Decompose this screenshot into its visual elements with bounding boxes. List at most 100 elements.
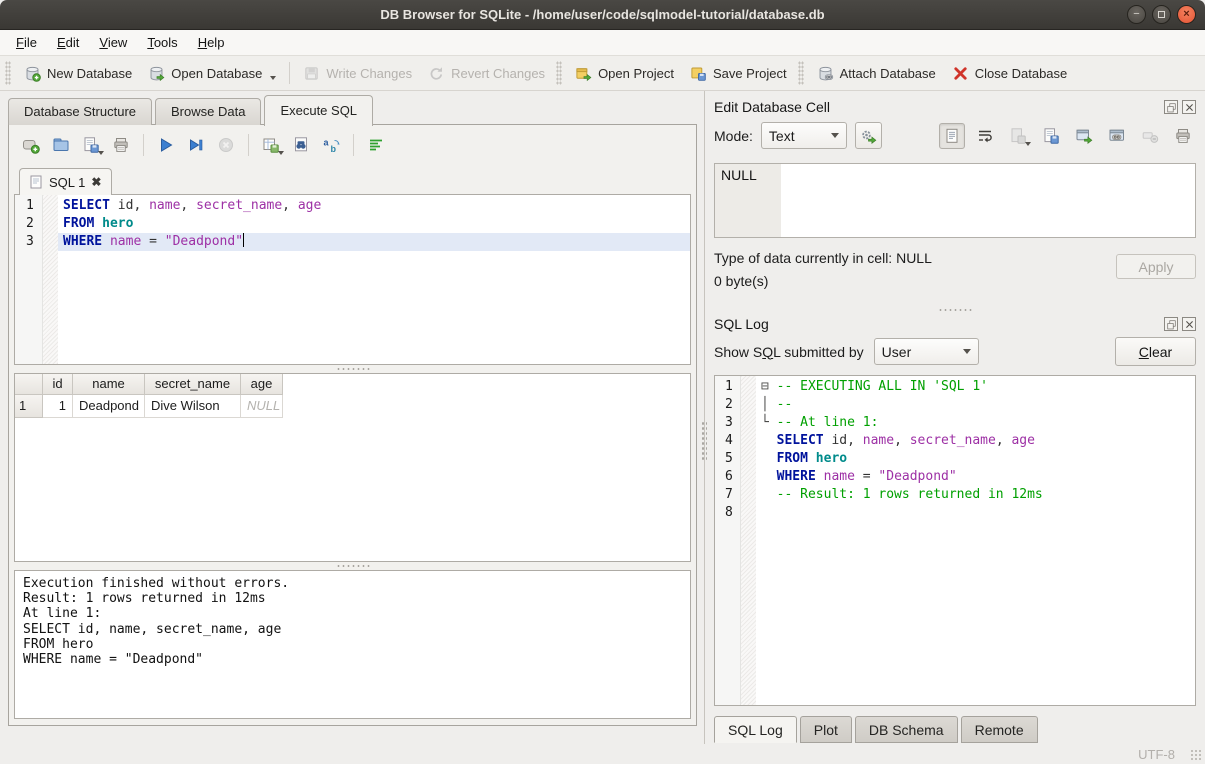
float-panel-icon[interactable] <box>1164 317 1178 331</box>
copy-link-button[interactable] <box>1104 123 1130 149</box>
toolbar-drag-handle[interactable] <box>798 61 804 85</box>
line-number: 2 <box>720 396 740 414</box>
execute-all-icon <box>157 136 175 154</box>
text-mode-button[interactable] <box>939 123 965 149</box>
column-header-name[interactable]: name <box>73 374 145 395</box>
save-sql-file-button[interactable] <box>78 132 104 158</box>
splitter-editor-results[interactable] <box>14 365 691 373</box>
new-sql-tab-icon <box>22 136 40 154</box>
write-changes-button: Write Changes <box>295 60 420 87</box>
close-button[interactable]: × <box>1177 5 1196 24</box>
tab-database-structure[interactable]: Database Structure <box>8 98 152 125</box>
fold-marker-icon[interactable]: ⊟ <box>761 379 777 394</box>
code-line: WHERE name = "Deadpond" <box>58 233 690 251</box>
execute-all-button[interactable] <box>153 132 179 158</box>
left-panel: Database StructureBrowse DataExecute SQL… <box>0 91 704 744</box>
submitted-by-select[interactable]: User <box>874 338 979 365</box>
splitter-panels[interactable] <box>701 421 707 461</box>
find-button[interactable] <box>288 132 314 158</box>
format-sql-button[interactable]: ab <box>318 132 344 158</box>
cell[interactable]: Dive Wilson <box>145 395 241 418</box>
open-database-button[interactable]: Open Database <box>140 60 284 87</box>
tab-sql-1[interactable]: SQL 1 ✖ <box>19 168 112 195</box>
execution-message: Execution finished without errors. Resul… <box>14 570 691 719</box>
toolbar-drag-handle[interactable] <box>556 61 562 85</box>
main-tabbar: Database StructureBrowse DataExecute SQL <box>8 93 376 125</box>
editor-margin <box>43 195 58 364</box>
close-database-button[interactable]: Close Database <box>944 60 1076 87</box>
auto-switch-mode-button[interactable] <box>855 122 882 149</box>
menu-file[interactable]: File <box>6 31 47 54</box>
resize-grip-icon[interactable] <box>1190 749 1202 761</box>
editor-code[interactable]: SELECT id, name, secret_name, ageFROM he… <box>58 195 690 364</box>
statusbar: UTF-8 <box>0 744 1205 764</box>
cell[interactable]: NULL <box>241 395 283 418</box>
main-area: Database StructureBrowse DataExecute SQL… <box>0 91 1205 744</box>
tab-execute-sql[interactable]: Execute SQL <box>264 95 373 126</box>
row-number[interactable]: 1 <box>15 395 43 418</box>
execute-current-line-icon <box>187 136 205 154</box>
execute-current-line-button[interactable] <box>183 132 209 158</box>
word-wrap-button[interactable] <box>972 123 998 149</box>
open-external-button[interactable] <box>1071 123 1097 149</box>
cell-value-editor[interactable]: NULL <box>714 163 1196 238</box>
column-header-age[interactable]: age <box>241 374 283 395</box>
export-data-button[interactable] <box>1038 123 1064 149</box>
tab-plot[interactable]: Plot <box>800 716 852 743</box>
maximize-button[interactable] <box>1152 5 1171 24</box>
right-panel: Edit Database Cell Mode: Text <box>704 91 1205 744</box>
float-panel-icon[interactable] <box>1164 100 1178 114</box>
menu-tools[interactable]: Tools <box>137 31 187 54</box>
dropdown-caret-icon <box>98 151 104 155</box>
clear-log-button[interactable]: Clear <box>1115 337 1196 366</box>
menu-view[interactable]: View <box>89 31 137 54</box>
print-sql-button[interactable] <box>108 132 134 158</box>
line-number: 6 <box>720 468 740 486</box>
button-label: Open Database <box>171 66 262 81</box>
cell[interactable]: Deadpond <box>73 395 145 418</box>
column-header-secret-name[interactable]: secret_name <box>145 374 241 395</box>
save-project-icon <box>690 65 707 82</box>
sql-file-tabbar: SQL 1 ✖ <box>14 167 691 194</box>
menu-edit[interactable]: Edit <box>47 31 89 54</box>
tab-browse-data[interactable]: Browse Data <box>155 98 261 125</box>
line-number: 8 <box>720 504 740 522</box>
sql-editor[interactable]: 123 SELECT id, name, secret_name, ageFRO… <box>14 194 691 365</box>
splitter-cell-log[interactable] <box>714 306 1196 314</box>
revert-changes-button: Revert Changes <box>420 60 553 87</box>
cell-text-area[interactable] <box>781 164 1195 237</box>
close-database-icon <box>952 65 969 82</box>
open-sql-file-button[interactable] <box>48 132 74 158</box>
save-project-button[interactable]: Save Project <box>682 60 795 87</box>
cell[interactable]: 1 <box>43 395 73 418</box>
toggle-comment-button[interactable] <box>363 132 389 158</box>
export-results-button[interactable] <box>258 132 284 158</box>
line-number: 1 <box>720 378 740 396</box>
print-cell-button[interactable] <box>1170 123 1196 149</box>
new-database-button[interactable]: New Database <box>16 60 140 87</box>
mode-select[interactable]: Text <box>761 122 847 149</box>
cell-info: Type of data currently in cell: NULL 0 b… <box>714 250 1196 306</box>
attach-database-button[interactable]: Attach Database <box>809 60 944 87</box>
menu-help[interactable]: Help <box>188 31 235 54</box>
editor-line-numbers: 123 <box>15 195 43 364</box>
code-line: SELECT id, name, secret_name, age <box>756 432 1195 450</box>
column-header-id[interactable]: id <box>43 374 73 395</box>
log-content: ⊟ -- EXECUTING ALL IN 'SQL 1'│ --└ -- At… <box>756 376 1195 705</box>
tab-sql-log[interactable]: SQL Log <box>714 716 797 743</box>
close-panel-icon[interactable] <box>1182 100 1196 114</box>
toolbar-drag-handle[interactable] <box>5 61 11 85</box>
splitter-results-message[interactable] <box>14 562 691 570</box>
tab-remote[interactable]: Remote <box>961 716 1038 743</box>
new-sql-tab-button[interactable] <box>18 132 44 158</box>
main-toolbar: New Database Open Database Write ChangesRe… <box>0 56 1205 91</box>
close-tab-icon[interactable]: ✖ <box>91 175 101 189</box>
close-panel-icon[interactable] <box>1182 317 1196 331</box>
word-wrap-icon <box>976 127 994 145</box>
minimize-button[interactable]: − <box>1127 5 1146 24</box>
svg-text:a: a <box>324 138 330 148</box>
open-project-button[interactable]: Open Project <box>567 60 682 87</box>
filter-label: Show SQL submitted by <box>714 344 864 360</box>
titlebar[interactable]: DB Browser for SQLite - /home/user/code/… <box>0 0 1205 30</box>
tab-db-schema[interactable]: DB Schema <box>855 716 958 743</box>
